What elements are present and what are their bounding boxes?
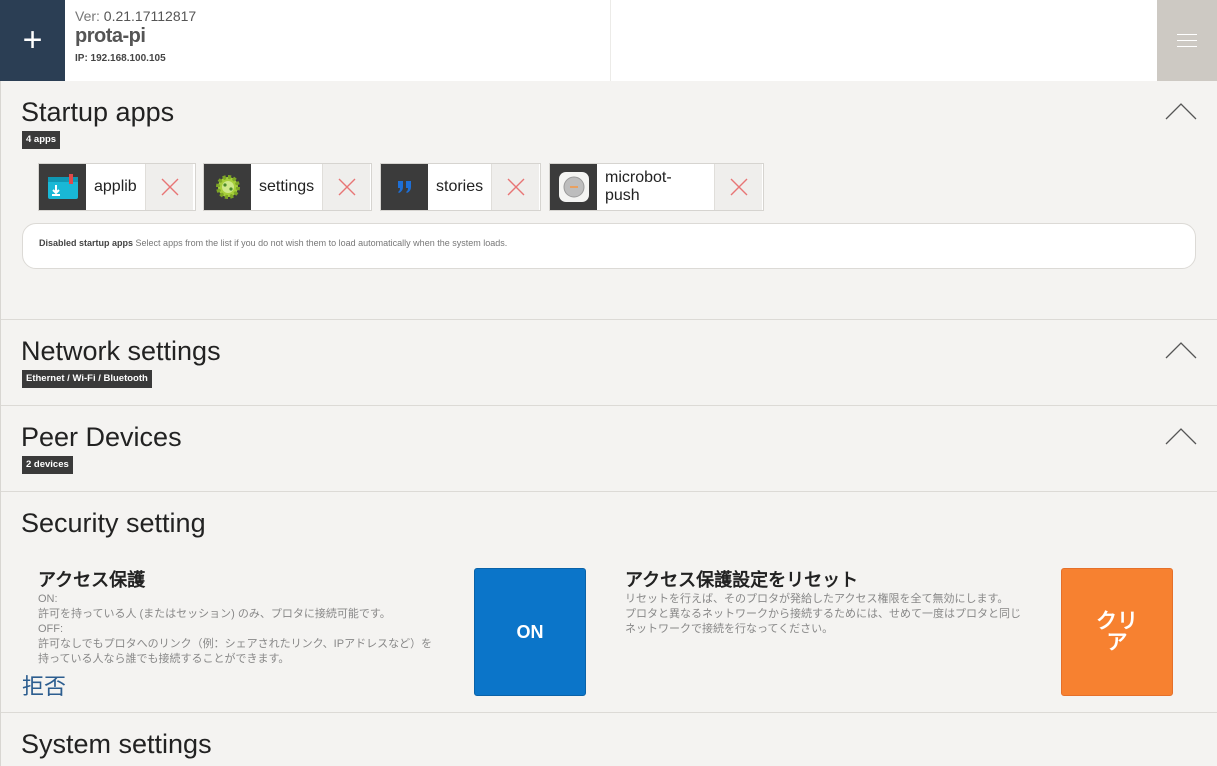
remove-app-button[interactable] (714, 164, 762, 210)
version-line: Ver: 0.21.17112817 (75, 8, 196, 24)
app-name: microbot-push (605, 169, 672, 204)
startup-apps-badge: 4 apps (22, 131, 61, 149)
peer-devices-badge: 2 devices (22, 456, 73, 474)
disabled-startup-apps-box[interactable]: Disabled startup apps Select apps from t… (22, 223, 1196, 269)
close-icon (730, 178, 747, 196)
security-setting-title: Security setting (21, 508, 206, 538)
left-border (0, 81, 1, 766)
header-divider (610, 0, 611, 81)
hostname: prota-pi (75, 25, 146, 47)
close-icon (338, 178, 355, 196)
add-button[interactable]: + (0, 0, 65, 81)
deny-link[interactable]: 拒否 (22, 669, 66, 701)
access-protection-description: ON: 許可を持っている人 (またはセッション) のみ、プロタに接続可能です。 … (38, 592, 458, 667)
ip-address: IP: 192.168.100.105 (75, 53, 166, 64)
remove-app-button[interactable] (145, 164, 193, 210)
top-header: + Ver: 0.21.17112817 prota-pi IP: 192.16… (0, 0, 1217, 81)
section-divider (1, 319, 1217, 320)
settings-app-icon (204, 164, 251, 210)
applib-icon (39, 164, 86, 210)
system-settings-title[interactable]: System settings (21, 729, 212, 760)
disabled-startup-apps-label: Disabled startup apps (39, 238, 134, 248)
device-info: Ver: 0.21.17112817 prota-pi IP: 192.168.… (75, 8, 196, 64)
close-icon (161, 178, 178, 196)
network-settings-title[interactable]: Network settings (21, 336, 221, 367)
clear-button-label: クリ ア (1096, 611, 1138, 653)
disabled-startup-apps-text: Disabled startup apps Select apps from t… (39, 238, 507, 248)
off-description-1: 許可なしでもプロタへのリンク（例：シェアされたリンク、IPアドレスなど）を (38, 638, 433, 650)
clear-button[interactable]: クリ ア (1061, 568, 1173, 696)
off-label: OFF: (38, 623, 64, 635)
chevron-up-icon[interactable] (1165, 101, 1197, 121)
reset-description-2: プロタと異なるネットワークから接続するためには、せめて一度はプロタと同じ (625, 608, 1021, 620)
access-protection-title: アクセス保護 (38, 570, 146, 590)
plus-icon: + (22, 21, 43, 59)
reset-access-description: リセットを行えば、そのプロタが発給したアクセス権限を全て無効にします。 プロタと… (625, 592, 1045, 637)
clear-label-line-2: ア (1106, 631, 1128, 654)
microbot-icon (550, 164, 597, 210)
disabled-startup-apps-desc: Select apps from the list if you do not … (135, 238, 508, 248)
quote-icon (381, 164, 428, 210)
reset-access-title: アクセス保護設定をリセット (625, 570, 859, 590)
network-settings-badge: Ethernet / Wi-Fi / Bluetooth (22, 370, 152, 388)
section-divider (1, 405, 1217, 406)
clear-label-line-1: クリ (1096, 610, 1138, 633)
remove-app-button[interactable] (322, 164, 370, 210)
startup-app-card[interactable]: settings (203, 163, 372, 211)
on-description: 許可を持っている人 (またはセッション) のみ、プロタに接続可能です。 (38, 608, 391, 620)
app-name: stories (436, 178, 484, 195)
version-label: Ver: (75, 8, 100, 24)
hamburger-icon (1177, 29, 1197, 52)
startup-app-card[interactable]: stories (380, 163, 541, 211)
reset-description-3: ネットワークで接続を行なってください。 (625, 623, 834, 635)
section-divider (1, 491, 1217, 492)
reset-description-1: リセットを行えば、そのプロタが発給したアクセス権限を全て無効にします。 (625, 593, 1009, 605)
off-description-2: 持っている人なら誰でも接続することができます。 (38, 653, 290, 665)
version-value: 0.21.17112817 (103, 8, 197, 24)
peer-devices-title[interactable]: Peer Devices (21, 422, 182, 453)
startup-apps-title: Startup apps (21, 97, 175, 127)
section-divider (1, 712, 1217, 713)
remove-app-button[interactable] (491, 164, 539, 210)
app-name: applib (94, 178, 137, 195)
startup-app-card[interactable]: microbot-push (549, 163, 764, 211)
app-name: settings (259, 178, 315, 195)
chevron-up-icon[interactable] (1165, 426, 1197, 446)
access-protection-toggle-button[interactable]: ON (474, 568, 586, 696)
close-icon (507, 178, 524, 196)
startup-app-card[interactable]: applib (38, 163, 196, 211)
chevron-up-icon[interactable] (1165, 340, 1197, 360)
on-label: ON: (38, 593, 58, 605)
menu-button[interactable] (1157, 0, 1217, 81)
